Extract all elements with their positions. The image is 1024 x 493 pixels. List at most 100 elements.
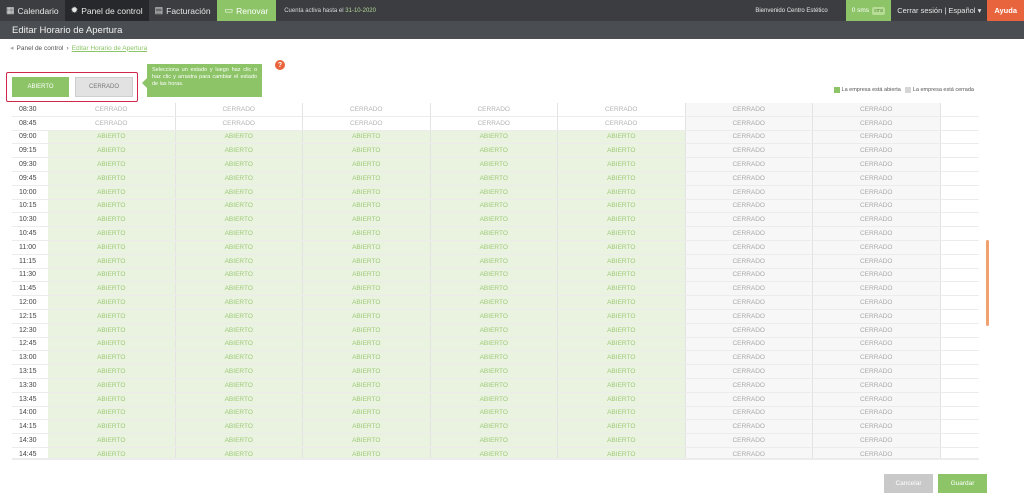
nav-billing[interactable]: ▤ Facturación: [149, 0, 217, 21]
schedule-cell[interactable]: CERRADO: [685, 447, 813, 458]
schedule-cell[interactable]: ABIERTO: [48, 158, 176, 171]
schedule-cell[interactable]: ABIERTO: [430, 130, 558, 144]
schedule-cell[interactable]: ABIERTO: [48, 309, 176, 323]
schedule-cell[interactable]: ABIERTO: [303, 185, 431, 199]
schedule-cell[interactable]: ABIERTO: [175, 213, 303, 227]
schedule-cell[interactable]: ABIERTO: [430, 434, 558, 447]
schedule-cell[interactable]: ABIERTO: [430, 406, 558, 420]
schedule-cell[interactable]: ABIERTO: [48, 227, 176, 240]
schedule-cell[interactable]: ABIERTO: [303, 213, 431, 227]
schedule-cell[interactable]: ABIERTO: [303, 378, 431, 392]
schedule-cell[interactable]: ABIERTO: [175, 227, 303, 240]
schedule-cell[interactable]: CERRADO: [813, 185, 941, 199]
schedule-cell[interactable]: CERRADO: [813, 447, 941, 458]
schedule-cell[interactable]: ABIERTO: [48, 447, 176, 458]
schedule-cell[interactable]: CERRADO: [685, 171, 813, 185]
schedule-cell[interactable]: ABIERTO: [175, 351, 303, 365]
schedule-cell[interactable]: ABIERTO: [558, 420, 686, 434]
schedule-cell[interactable]: ABIERTO: [175, 158, 303, 171]
schedule-cell[interactable]: ABIERTO: [175, 378, 303, 392]
schedule-cell[interactable]: CERRADO: [685, 434, 813, 447]
schedule-cell[interactable]: ABIERTO: [430, 185, 558, 199]
schedule-cell[interactable]: ABIERTO: [558, 351, 686, 365]
schedule-cell[interactable]: ABIERTO: [303, 171, 431, 185]
schedule-cell[interactable]: CERRADO: [813, 296, 941, 309]
schedule-cell[interactable]: ABIERTO: [430, 351, 558, 365]
schedule-cell[interactable]: ABIERTO: [303, 323, 431, 337]
schedule-cell[interactable]: CERRADO: [813, 171, 941, 185]
schedule-cell[interactable]: ABIERTO: [558, 254, 686, 268]
schedule-cell[interactable]: CERRADO: [685, 158, 813, 171]
breadcrumb-root[interactable]: Panel de control: [17, 45, 64, 52]
schedule-cell[interactable]: ABIERTO: [303, 227, 431, 240]
schedule-cell[interactable]: CERRADO: [558, 116, 686, 130]
logout-link[interactable]: Cerrar sesión: [897, 6, 942, 15]
schedule-cell[interactable]: ABIERTO: [175, 282, 303, 296]
schedule-cell[interactable]: CERRADO: [813, 309, 941, 323]
schedule-cell[interactable]: ABIERTO: [430, 199, 558, 213]
schedule-cell[interactable]: CERRADO: [813, 199, 941, 213]
schedule-cell[interactable]: CERRADO: [685, 351, 813, 365]
schedule-cell[interactable]: ABIERTO: [48, 434, 176, 447]
schedule-cell[interactable]: ABIERTO: [175, 268, 303, 282]
schedule-cell[interactable]: CERRADO: [813, 213, 941, 227]
schedule-cell[interactable]: CERRADO: [813, 392, 941, 406]
schedule-cell[interactable]: ABIERTO: [558, 268, 686, 282]
schedule-cell[interactable]: ABIERTO: [175, 365, 303, 378]
schedule-cell[interactable]: ABIERTO: [558, 296, 686, 309]
schedule-cell[interactable]: CERRADO: [685, 240, 813, 254]
schedule-cell[interactable]: ABIERTO: [430, 144, 558, 158]
schedule-cell[interactable]: CERRADO: [558, 103, 686, 116]
schedule-cell[interactable]: CERRADO: [813, 378, 941, 392]
schedule-cell[interactable]: CERRADO: [175, 116, 303, 130]
schedule-cell[interactable]: ABIERTO: [48, 171, 176, 185]
schedule-cell[interactable]: ABIERTO: [430, 158, 558, 171]
schedule-cell[interactable]: ABIERTO: [430, 337, 558, 351]
schedule-cell[interactable]: CERRADO: [303, 103, 431, 116]
schedule-cell[interactable]: ABIERTO: [303, 447, 431, 458]
schedule-cell[interactable]: ABIERTO: [558, 309, 686, 323]
schedule-cell[interactable]: ABIERTO: [303, 351, 431, 365]
schedule-cell[interactable]: CERRADO: [685, 392, 813, 406]
schedule-cell[interactable]: ABIERTO: [175, 240, 303, 254]
schedule-cell[interactable]: ABIERTO: [175, 420, 303, 434]
schedule-cell[interactable]: ABIERTO: [175, 199, 303, 213]
schedule-cell[interactable]: ABIERTO: [175, 392, 303, 406]
schedule-cell[interactable]: ABIERTO: [175, 309, 303, 323]
schedule-cell[interactable]: CERRADO: [685, 227, 813, 240]
schedule-cell[interactable]: CERRADO: [813, 116, 941, 130]
schedule-cell[interactable]: CERRADO: [813, 158, 941, 171]
schedule-cell[interactable]: ABIERTO: [558, 378, 686, 392]
schedule-cell[interactable]: CERRADO: [813, 103, 941, 116]
schedule-cell[interactable]: ABIERTO: [558, 199, 686, 213]
schedule-cell[interactable]: ABIERTO: [48, 240, 176, 254]
schedule-cell[interactable]: ABIERTO: [303, 420, 431, 434]
schedule-cell[interactable]: CERRADO: [813, 365, 941, 378]
schedule-cell[interactable]: CERRADO: [813, 434, 941, 447]
schedule-cell[interactable]: CERRADO: [813, 144, 941, 158]
schedule-cell[interactable]: CERRADO: [430, 116, 558, 130]
schedule-cell[interactable]: CERRADO: [685, 378, 813, 392]
back-arrow-icon[interactable]: ◂: [10, 44, 14, 52]
schedule-cell[interactable]: CERRADO: [685, 337, 813, 351]
schedule-cell[interactable]: ABIERTO: [303, 240, 431, 254]
schedule-cell[interactable]: ABIERTO: [48, 185, 176, 199]
schedule-cell[interactable]: ABIERTO: [48, 282, 176, 296]
schedule-cell[interactable]: ABIERTO: [430, 447, 558, 458]
open-state-button[interactable]: ABIERTO: [12, 77, 69, 97]
schedule-cell[interactable]: CERRADO: [813, 130, 941, 144]
schedule-cell[interactable]: ABIERTO: [48, 268, 176, 282]
language-selector[interactable]: Español: [948, 6, 975, 15]
nav-control-panel[interactable]: ✹ Panel de control: [64, 0, 149, 21]
schedule-cell[interactable]: CERRADO: [175, 103, 303, 116]
save-button[interactable]: Guardar: [938, 474, 987, 493]
schedule-cell[interactable]: ABIERTO: [303, 309, 431, 323]
schedule-cell[interactable]: ABIERTO: [558, 130, 686, 144]
schedule-cell[interactable]: ABIERTO: [175, 254, 303, 268]
schedule-cell[interactable]: ABIERTO: [175, 171, 303, 185]
schedule-cell[interactable]: ABIERTO: [430, 392, 558, 406]
schedule-cell[interactable]: CERRADO: [685, 254, 813, 268]
schedule-cell[interactable]: ABIERTO: [48, 199, 176, 213]
schedule-cell[interactable]: ABIERTO: [558, 227, 686, 240]
schedule-cell[interactable]: ABIERTO: [303, 434, 431, 447]
